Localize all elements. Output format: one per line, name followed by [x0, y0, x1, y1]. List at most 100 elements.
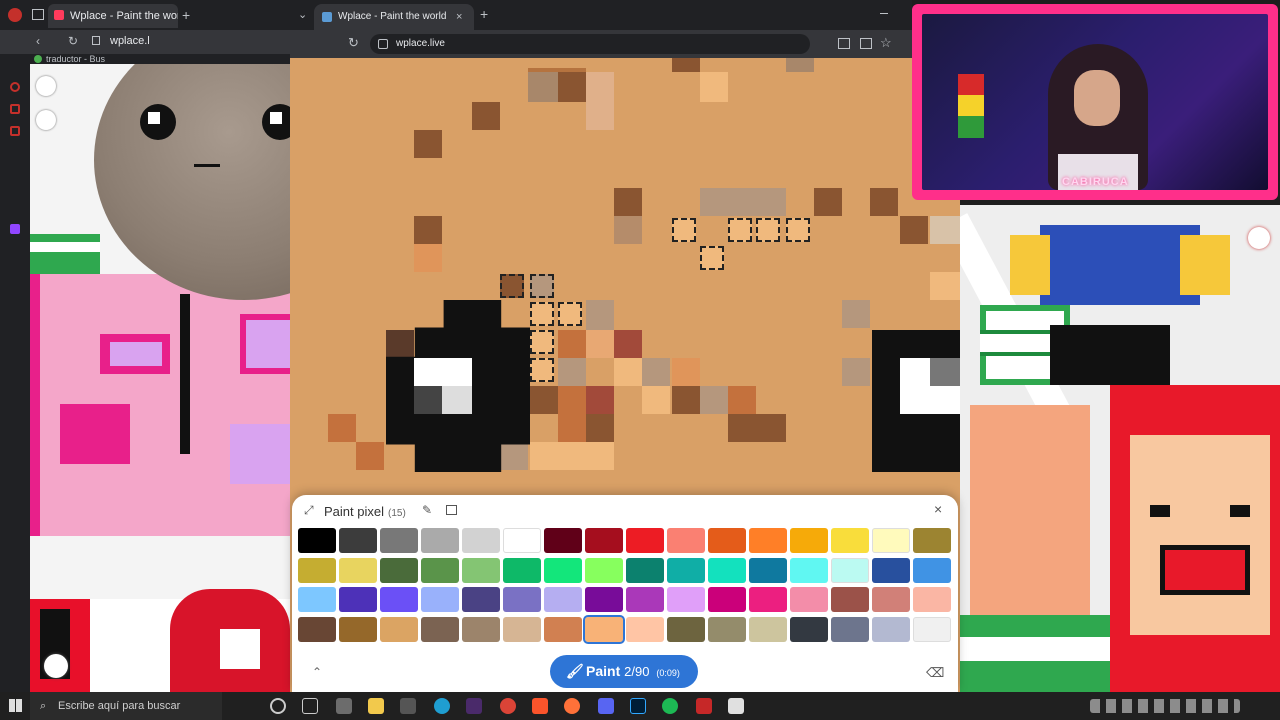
color-swatch[interactable] [339, 616, 377, 642]
eraser-icon[interactable]: ⌫ [926, 665, 944, 681]
brave-icon[interactable] [532, 698, 548, 714]
queued-pixel[interactable] [756, 218, 780, 242]
queued-pixel[interactable] [530, 274, 554, 298]
app-icon-2[interactable] [466, 698, 482, 714]
color-swatch[interactable] [339, 528, 377, 553]
discord-icon[interactable] [598, 698, 614, 714]
color-swatch[interactable] [831, 557, 869, 583]
color-swatch[interactable] [749, 587, 787, 612]
color-swatch[interactable] [708, 557, 746, 583]
right-map-area[interactable] [960, 205, 1280, 692]
reload-icon[interactable]: ↻ [68, 34, 78, 48]
color-swatch[interactable] [503, 587, 541, 612]
bookmark-star-icon[interactable]: ☆ [880, 35, 892, 51]
color-swatch[interactable] [626, 557, 664, 583]
color-swatch[interactable] [462, 528, 500, 553]
queued-pixel[interactable] [700, 246, 724, 270]
sidebar-red-icon-3[interactable] [10, 126, 20, 136]
sidebar-twitch-icon[interactable] [10, 224, 20, 234]
color-swatch[interactable] [790, 557, 828, 583]
color-swatch[interactable] [749, 528, 787, 553]
paint-button[interactable]: 🖌 Paint 2/90 (0:09) [550, 655, 698, 688]
color-swatch[interactable] [503, 557, 541, 583]
color-swatch[interactable] [585, 557, 623, 583]
color-swatch[interactable] [831, 616, 869, 642]
color-swatch[interactable] [298, 528, 336, 553]
color-swatch[interactable] [421, 616, 459, 642]
color-swatch[interactable] [831, 587, 869, 612]
color-swatch[interactable] [421, 587, 459, 612]
back-arrow-icon[interactable]: ‹ [36, 34, 40, 48]
color-swatch[interactable] [462, 616, 500, 642]
map-share-button[interactable] [1248, 227, 1270, 249]
color-swatch[interactable] [872, 528, 910, 553]
color-swatch[interactable] [626, 528, 664, 553]
url-field[interactable]: wplace.live [370, 34, 810, 54]
left-url-text[interactable]: wplace.l [110, 35, 150, 47]
color-swatch[interactable] [544, 587, 582, 612]
edge-icon[interactable] [434, 698, 450, 714]
color-swatch[interactable] [708, 616, 746, 642]
minimize-icon[interactable] [880, 13, 888, 14]
color-swatch[interactable] [585, 528, 623, 553]
color-swatch[interactable] [667, 557, 705, 583]
share-icon[interactable] [838, 38, 850, 49]
queued-pixel[interactable] [530, 358, 554, 382]
color-swatch[interactable] [667, 587, 705, 612]
queued-pixel[interactable] [500, 274, 524, 298]
color-swatch[interactable] [585, 587, 623, 612]
color-swatch[interactable] [872, 616, 910, 642]
color-swatch[interactable] [462, 587, 500, 612]
sidebar-red-icon-2[interactable] [10, 104, 20, 114]
taskbar-search[interactable]: ⌕ Escribe aquí para buscar [30, 692, 222, 720]
color-swatch[interactable] [749, 557, 787, 583]
color-swatch[interactable] [421, 528, 459, 553]
tab-list-chevron-icon[interactable]: ⌄ [298, 8, 307, 21]
color-swatch[interactable] [913, 616, 951, 642]
firefox-icon[interactable] [564, 698, 580, 714]
translate-icon[interactable] [860, 38, 872, 49]
color-swatch[interactable] [544, 616, 582, 642]
color-swatch[interactable] [544, 557, 582, 583]
sidebar-red-icon[interactable] [10, 82, 20, 92]
main-browser-tab[interactable]: Wplace - Paint the world × [314, 4, 474, 30]
color-swatch[interactable] [503, 528, 541, 553]
chrome-icon[interactable] [500, 698, 516, 714]
task-view-icon[interactable] [302, 698, 318, 714]
color-swatch[interactable] [380, 528, 418, 553]
left-canvas[interactable] [30, 64, 290, 692]
color-swatch[interactable] [339, 587, 377, 612]
color-swatch[interactable] [339, 557, 377, 583]
pencil-icon[interactable]: ✎ [422, 503, 432, 517]
color-swatch[interactable] [708, 528, 746, 553]
color-swatch[interactable] [790, 587, 828, 612]
cortana-icon[interactable] [270, 698, 286, 714]
left-browser-tab[interactable]: Wplace - Paint the world [48, 4, 178, 28]
color-swatch[interactable] [790, 616, 828, 642]
color-swatch[interactable] [298, 616, 336, 642]
color-swatch[interactable] [708, 587, 746, 612]
color-swatch[interactable] [298, 587, 336, 612]
color-swatch[interactable] [298, 557, 336, 583]
color-swatch[interactable] [872, 587, 910, 612]
file-explorer-icon[interactable] [368, 698, 384, 714]
queued-pixel[interactable] [728, 218, 752, 242]
color-swatch[interactable] [462, 557, 500, 583]
color-swatch[interactable] [380, 557, 418, 583]
color-swatch[interactable] [421, 557, 459, 583]
wplace-info-button[interactable] [36, 76, 56, 96]
image-viewer-icon[interactable] [728, 698, 744, 714]
app-icon[interactable] [400, 698, 416, 714]
color-swatch[interactable] [626, 587, 664, 612]
color-swatch[interactable] [667, 616, 705, 642]
color-swatch[interactable] [544, 528, 582, 553]
bookmark-traductor[interactable]: traductor - Bus [46, 54, 105, 64]
new-tab-plus-icon[interactable]: + [480, 7, 488, 21]
close-panel-icon[interactable]: × [934, 501, 942, 517]
tray-icons[interactable] [1090, 699, 1240, 713]
color-swatch[interactable] [380, 616, 418, 642]
color-swatch[interactable] [790, 528, 828, 553]
color-swatch[interactable] [913, 528, 951, 553]
expand-chevron-icon[interactable]: ⌃ [312, 665, 322, 679]
color-swatch[interactable] [749, 616, 787, 642]
